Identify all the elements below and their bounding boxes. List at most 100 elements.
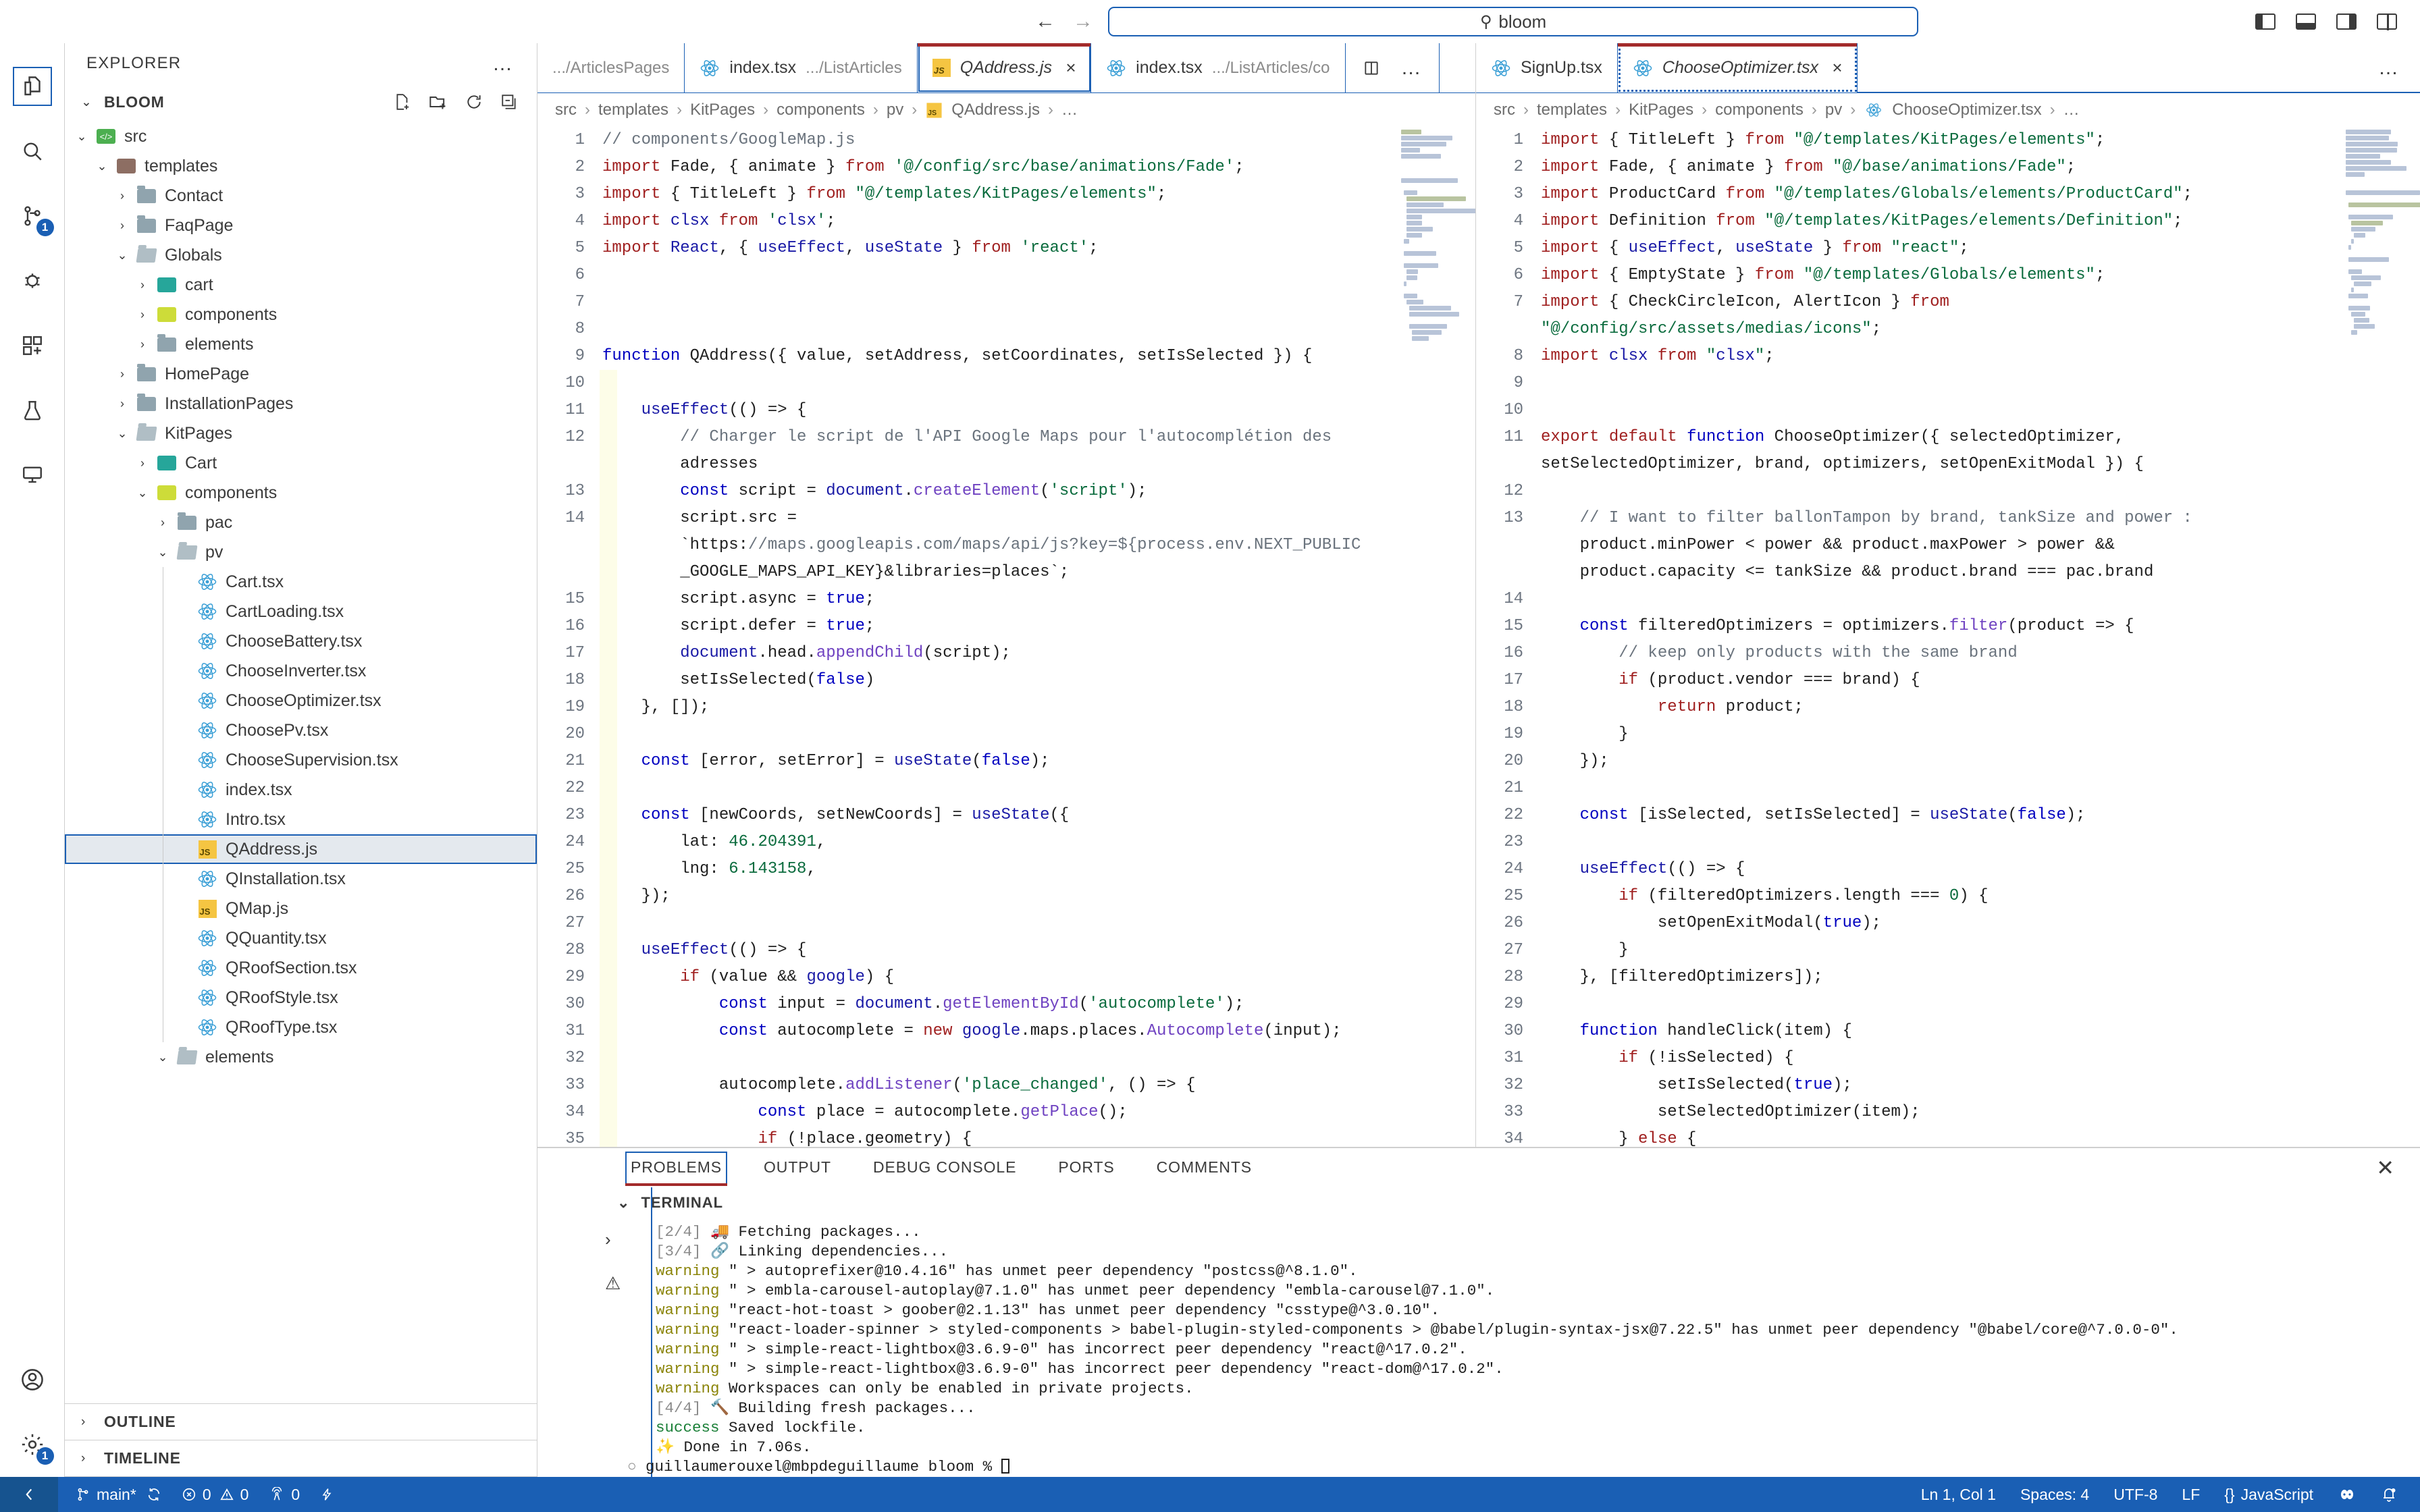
bell-dot-icon[interactable]	[2381, 1486, 2397, 1503]
tree-file-row[interactable]: ChooseSupervision.tsx	[65, 745, 537, 775]
tree-folder-row[interactable]: ›elements	[65, 329, 537, 359]
arrow-right-icon[interactable]: →	[1073, 11, 1093, 32]
sync-icon[interactable]	[147, 1487, 161, 1502]
breadcrumb-item[interactable]: components	[1715, 101, 1804, 119]
tree-file-row[interactable]: QInstallation.tsx	[65, 864, 537, 894]
activity-item-source-control[interactable]: 1	[0, 184, 65, 248]
chevron-right-icon[interactable]: ›	[111, 219, 134, 233]
panel-tab[interactable]: OUTPUT	[758, 1152, 837, 1185]
copilot-icon[interactable]	[2338, 1486, 2357, 1503]
activity-item-remote-explorer[interactable]	[0, 443, 65, 508]
chevron-right-icon[interactable]: ›	[131, 338, 154, 352]
minimap-left[interactable]	[1401, 127, 1475, 1147]
more-actions-icon[interactable]: …	[2378, 63, 2400, 73]
chevron-right-icon[interactable]: ›	[131, 278, 154, 292]
status-errors[interactable]: 0	[182, 1486, 211, 1504]
activity-item-accounts[interactable]	[0, 1347, 65, 1412]
tree-folder-row[interactable]: ›pac	[65, 508, 537, 537]
chevron-down-icon[interactable]: ⌄	[111, 427, 134, 441]
tree-folder-row[interactable]: ⌄elements	[65, 1042, 537, 1072]
activity-item-run-and-debug[interactable]	[0, 248, 65, 313]
code-content-right[interactable]: import { TitleLeft } from "@/templates/K…	[1538, 127, 2346, 1147]
status-lightning[interactable]	[320, 1486, 334, 1503]
outline-section[interactable]: › OUTLINE	[65, 1404, 537, 1440]
chevron-right-icon[interactable]: ›	[111, 189, 134, 203]
tree-file-row[interactable]: ChooseOptimizer.tsx	[65, 686, 537, 716]
tree-file-row[interactable]: CartLoading.tsx	[65, 597, 537, 626]
tree-folder-row[interactable]: ›Contact	[65, 181, 537, 211]
tree-file-row[interactable]: QQuantity.tsx	[65, 923, 537, 953]
breadcrumb-item[interactable]: src	[555, 101, 577, 119]
tree-file-row[interactable]: Cart.tsx	[65, 567, 537, 597]
code-content-left[interactable]: // components/GoogleMap.jsimport Fade, {…	[600, 127, 1401, 1147]
tree-folder-row[interactable]: ›cart	[65, 270, 537, 300]
tree-folder-row[interactable]: ⌄components	[65, 478, 537, 508]
panel-tab[interactable]: PROBLEMS	[625, 1152, 727, 1185]
chevron-right-icon[interactable]: ›	[111, 397, 134, 411]
activity-item-settings[interactable]: 1	[0, 1412, 65, 1477]
breadcrumb-item[interactable]: components	[777, 101, 865, 119]
terminal-prompt[interactable]: ○ guillaumerouxel@mbpdeguillaume bloom %	[627, 1457, 2420, 1477]
tree-file-row[interactable]: JSQAddress.js	[65, 834, 537, 864]
split-editor-icon[interactable]	[1362, 59, 1381, 77]
workspace-root-row[interactable]: ⌄ BLOOM	[65, 84, 537, 120]
status-encoding[interactable]: UTF-8	[2113, 1486, 2157, 1504]
timeline-section[interactable]: › TIMELINE	[65, 1440, 537, 1477]
quick-search-input[interactable]: ⚲ bloom	[1108, 7, 1918, 36]
status-warnings[interactable]: 0	[219, 1486, 249, 1504]
close-panel-icon[interactable]: ✕	[2376, 1155, 2394, 1181]
tree-file-row[interactable]: Intro.tsx	[65, 805, 537, 834]
breadcrumb-item[interactable]: …	[1061, 101, 1078, 119]
tree-folder-row[interactable]: ›components	[65, 300, 537, 329]
editor-tab[interactable]: .../ArticlesPages	[537, 43, 685, 92]
breadcrumb-item[interactable]: …	[2063, 101, 2080, 119]
terminal-header[interactable]: ⌄ TERMINAL	[537, 1187, 2420, 1218]
code-editor-right[interactable]: 1234567891011121314151617181920212223242…	[1476, 127, 2420, 1147]
status-language[interactable]: {} JavaScript	[2224, 1486, 2313, 1504]
activity-item-extensions[interactable]	[0, 313, 65, 378]
chevron-right-icon[interactable]: ›	[111, 367, 134, 381]
editor-tab[interactable]: ChooseOptimizer.tsx×	[1618, 43, 1858, 92]
breadcrumb-item[interactable]: KitPages	[690, 101, 755, 119]
activity-item-search[interactable]	[0, 119, 65, 184]
close-icon[interactable]: ×	[1066, 57, 1076, 78]
minimap-right[interactable]	[2346, 127, 2420, 1147]
toggle-panel-icon[interactable]	[2296, 14, 2316, 30]
panel-tab[interactable]: COMMENTS	[1151, 1152, 1257, 1185]
status-branch[interactable]: main*	[76, 1486, 161, 1504]
panel-tab[interactable]: DEBUG CONSOLE	[868, 1152, 1022, 1185]
tree-file-row[interactable]: ChoosePv.tsx	[65, 716, 537, 745]
editor-tab[interactable]: index.tsx.../ListArticles	[685, 43, 917, 92]
chevron-down-icon[interactable]: ⌄	[151, 545, 174, 560]
new-folder-icon[interactable]	[429, 92, 448, 111]
tree-folder-row[interactable]: ›Cart	[65, 448, 537, 478]
activity-item-explorer[interactable]	[0, 54, 65, 119]
chevron-down-icon[interactable]: ⌄	[131, 486, 154, 500]
file-tree[interactable]: ⌄</>src⌄templates›Contact›FaqPage⌄Global…	[65, 120, 537, 1403]
status-eol[interactable]: LF	[2182, 1486, 2200, 1504]
collapse-all-icon[interactable]	[500, 92, 518, 111]
status-ports[interactable]: 0	[269, 1486, 300, 1504]
tree-folder-row[interactable]: ›HomePage	[65, 359, 537, 389]
tree-folder-row[interactable]: ⌄Globals	[65, 240, 537, 270]
breadcrumb-item[interactable]: templates	[1537, 101, 1607, 119]
tree-file-row[interactable]: ChooseBattery.tsx	[65, 626, 537, 656]
chevron-down-icon[interactable]: ⌄	[151, 1050, 174, 1064]
chevron-right-icon[interactable]: ›	[131, 456, 154, 470]
chevron-down-icon[interactable]: ⌄	[90, 159, 113, 173]
tree-file-row[interactable]: JSQMap.js	[65, 894, 537, 923]
breadcrumb-item[interactable]: pv	[1825, 101, 1842, 119]
explorer-more-actions-icon[interactable]: …	[492, 59, 514, 69]
panel-tab[interactable]: PORTS	[1053, 1152, 1120, 1185]
tree-file-row[interactable]: QRoofSection.tsx	[65, 953, 537, 983]
arrow-left-icon[interactable]: ←	[1035, 11, 1055, 32]
editor-tab[interactable]: index.tsx.../ListArticles/co	[1091, 43, 1345, 92]
tree-file-row[interactable]: QRoofStyle.tsx	[65, 983, 537, 1013]
chevron-right-icon[interactable]: ›	[131, 308, 154, 322]
toggle-primary-sidebar-icon[interactable]	[2255, 14, 2276, 30]
breadcrumb-item[interactable]: templates	[598, 101, 668, 119]
tree-file-row[interactable]: ChooseInverter.tsx	[65, 656, 537, 686]
chevron-right-icon[interactable]: ›	[151, 516, 174, 530]
breadcrumb-item[interactable]: ChooseOptimizer.tsx	[1892, 101, 2041, 119]
status-cursor-position[interactable]: Ln 1, Col 1	[1921, 1486, 1996, 1504]
